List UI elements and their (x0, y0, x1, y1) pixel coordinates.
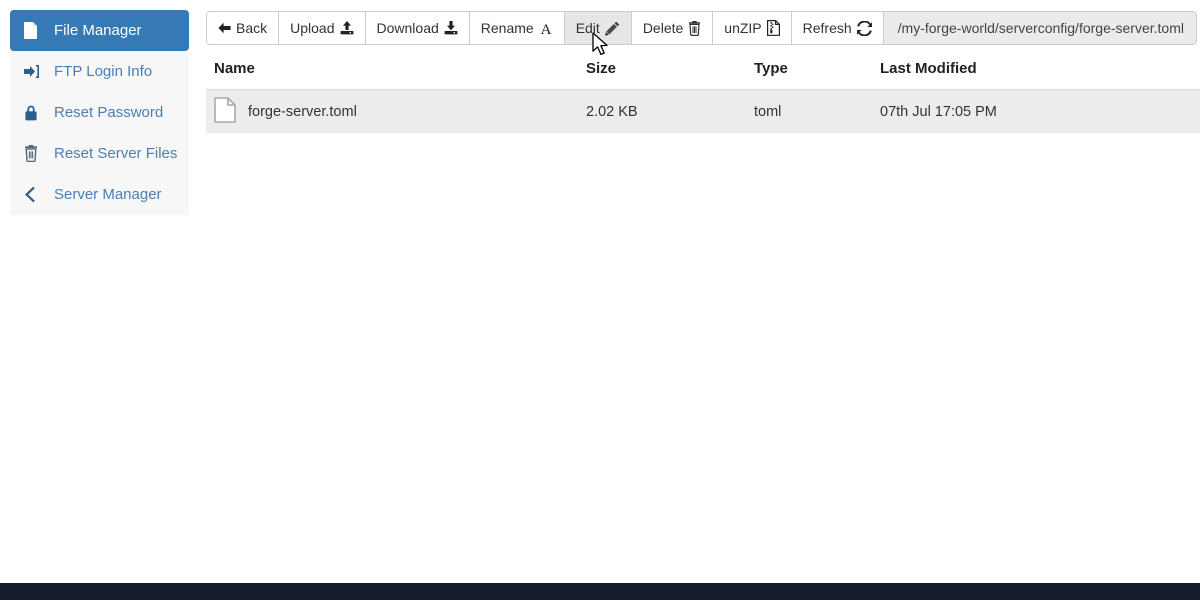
file-name-cell[interactable]: forge-server.toml (206, 89, 578, 133)
upload-button[interactable]: Upload (279, 12, 366, 44)
sidebar-item-reset-server-files[interactable]: Reset Server Files (10, 133, 189, 174)
file-type-cell: toml (746, 89, 872, 133)
sidebar-item-file-manager[interactable]: File Manager (10, 10, 189, 51)
refresh-button[interactable]: Refresh (791, 12, 884, 44)
bottom-status-bar (0, 583, 1200, 600)
back-button-label: Back (236, 20, 268, 36)
edit-button[interactable]: Edit (564, 12, 632, 44)
sidebar-item-ftp-login-info[interactable]: FTP Login Info (10, 51, 189, 92)
sidebar-item-label: Server Manager (54, 186, 162, 203)
sidebar-item-server-manager[interactable]: Server Manager (10, 174, 189, 215)
file-modified-cell: 07th Jul 17:05 PM (872, 89, 1188, 133)
sidebar: File Manager FTP Login Info Reset Passwo… (10, 10, 189, 215)
column-header-select (1188, 56, 1200, 90)
file-archive-icon (766, 20, 780, 36)
edit-button-label: Edit (575, 20, 600, 36)
trash-icon (24, 145, 46, 162)
unzip-button-label: unZIP (724, 20, 762, 36)
upload-icon (340, 21, 354, 35)
lock-icon (24, 104, 46, 121)
sidebar-item-reset-password[interactable]: Reset Password (10, 92, 189, 133)
file-toolbar: Back Upload Download Rename A Edit Delet… (206, 11, 1197, 45)
rename-button-label: Rename (480, 20, 534, 36)
unzip-button[interactable]: unZIP (713, 12, 792, 44)
file-list-header: Name Size Type Last Modified (206, 56, 1200, 90)
file-list-table: Name Size Type Last Modified forge-serve… (206, 56, 1200, 133)
pencil-icon (605, 21, 620, 36)
download-button-label: Download (376, 20, 439, 36)
sidebar-item-label: Reset Server Files (54, 145, 178, 162)
column-header-name[interactable]: Name (206, 56, 578, 90)
sidebar-item-label: Reset Password (54, 104, 164, 121)
sign-in-icon (24, 64, 46, 79)
download-icon (444, 21, 458, 35)
file-outline-icon (214, 96, 236, 127)
file-size-cell: 2.02 KB (578, 89, 746, 133)
current-path-display[interactable]: /my-forge-world/serverconfig/forge-serve… (883, 12, 1196, 44)
refresh-icon (856, 20, 872, 36)
download-button[interactable]: Download (365, 12, 470, 44)
file-select-cell[interactable] (1188, 89, 1200, 133)
table-header-row: Name Size Type Last Modified (206, 56, 1200, 90)
file-list-body: forge-server.toml 2.02 KB toml 07th Jul … (206, 89, 1200, 133)
column-header-type[interactable]: Type (746, 56, 872, 90)
trash-icon (688, 20, 701, 36)
column-header-last-modified[interactable]: Last Modified (872, 56, 1188, 90)
file-name-label: forge-server.toml (248, 103, 357, 120)
chevron-left-icon (24, 186, 46, 203)
text-a-icon: A (539, 21, 553, 36)
file-icon (24, 22, 46, 39)
sidebar-item-label: FTP Login Info (54, 63, 153, 80)
column-header-size[interactable]: Size (578, 56, 746, 90)
refresh-button-label: Refresh (802, 20, 852, 36)
delete-button-label: Delete (642, 20, 684, 36)
arrow-left-icon (218, 22, 231, 34)
upload-button-label: Upload (290, 20, 335, 36)
back-button[interactable]: Back (207, 12, 280, 44)
file-manager-app: File Manager FTP Login Info Reset Passwo… (0, 0, 1200, 583)
delete-button[interactable]: Delete (631, 12, 714, 44)
sidebar-item-label: File Manager (54, 22, 142, 39)
table-row[interactable]: forge-server.toml 2.02 KB toml 07th Jul … (206, 89, 1200, 133)
rename-button[interactable]: Rename A (469, 12, 565, 44)
svg-text:A: A (540, 22, 551, 36)
content-area: Back Upload Download Rename A Edit Delet… (204, 0, 1200, 583)
